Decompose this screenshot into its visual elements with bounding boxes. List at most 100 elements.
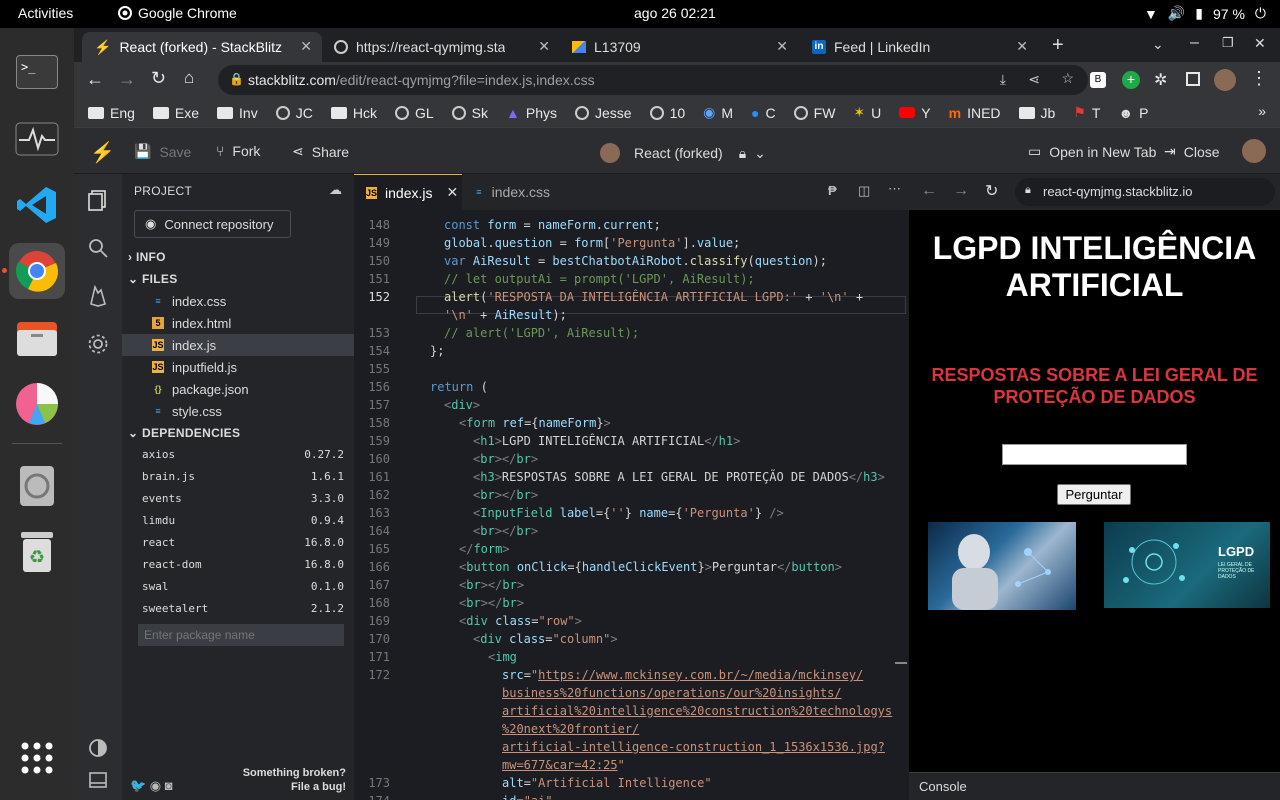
info-section-toggle[interactable]: › INFO xyxy=(128,250,166,264)
bookmark-item[interactable]: GL xyxy=(394,105,434,121)
trash-app-icon[interactable]: ♻ xyxy=(9,524,65,580)
bookmark-item[interactable]: ▲ Phys xyxy=(506,105,557,121)
more-icon[interactable]: ⋯ xyxy=(888,181,901,197)
ask-button[interactable]: Perguntar xyxy=(1057,484,1131,505)
back-icon[interactable]: ← xyxy=(921,182,937,200)
upload-cloud-icon[interactable]: ☁ xyxy=(329,182,342,198)
bookmark-item[interactable]: JC xyxy=(275,105,313,121)
new-tab-button[interactable]: + xyxy=(1052,34,1064,57)
bookmark-item[interactable]: Sk xyxy=(451,105,488,121)
extensions-puzzle-icon[interactable]: ✲ xyxy=(1154,70,1167,90)
reload-icon[interactable]: ↻ xyxy=(985,181,998,201)
files-section-toggle[interactable]: ⌄ FILES xyxy=(128,272,178,286)
report-bug-link[interactable]: Something broken? File a bug! xyxy=(243,766,346,794)
tab-search-icon[interactable]: ⌄ xyxy=(1152,36,1164,53)
address-bar[interactable]: 🔒 stackblitz.com/edit/react-qymjmg?file=… xyxy=(218,65,1088,95)
bookmark-item[interactable]: ⚑ T xyxy=(1073,104,1100,121)
close-tab-icon[interactable]: ✕ xyxy=(1016,38,1028,55)
bookmark-item[interactable]: Jesse xyxy=(575,105,632,121)
sidepanel-icon[interactable] xyxy=(1186,72,1200,86)
dependency-row[interactable]: react-dom 16.8.0 xyxy=(142,558,344,571)
split-editor-icon[interactable]: ◫ xyxy=(858,183,870,199)
close-tab-icon[interactable]: ✕ xyxy=(300,38,312,55)
dependency-row[interactable]: axios 0.27.2 xyxy=(142,448,344,461)
connect-repository-button[interactable]: ◉ Connect repository xyxy=(134,210,291,238)
extension-plus-icon[interactable]: + xyxy=(1122,71,1140,89)
bookmark-item[interactable]: Y xyxy=(899,105,931,121)
dependency-row[interactable]: react 16.8.0 xyxy=(142,536,344,549)
bookmark-item[interactable]: FW xyxy=(793,105,835,121)
chrome-app-icon[interactable] xyxy=(9,243,65,299)
firebase-icon[interactable] xyxy=(86,284,110,308)
reload-icon[interactable]: ↻ xyxy=(151,68,166,89)
bookmark-item[interactable]: Exe xyxy=(152,105,199,121)
bookmark-item[interactable]: ☻ P xyxy=(1118,105,1148,121)
close-tab-icon[interactable]: ✕ xyxy=(776,38,788,55)
menu-kebab-icon[interactable]: ⋮ xyxy=(1250,68,1268,89)
clock[interactable]: ago 26 02:21 xyxy=(634,5,716,21)
bookmark-item[interactable]: Inv xyxy=(217,105,258,121)
bookmark-item[interactable]: Eng xyxy=(88,105,135,121)
activities-button[interactable]: Activities xyxy=(18,5,73,21)
bookmark-item[interactable]: ◉ M xyxy=(703,104,733,121)
system-tray[interactable]: ▼ 🔊 ▮ 97 % ⏻ xyxy=(1144,5,1266,22)
tab-index-css[interactable]: ≡ index.css xyxy=(462,174,562,210)
bookmark-item[interactable]: 10 xyxy=(649,105,685,121)
layout-icon[interactable] xyxy=(86,768,110,792)
fork-button[interactable]: ⑂ Fork xyxy=(216,143,260,159)
dependencies-section-toggle[interactable]: ⌄ DEPENDENCIES xyxy=(128,426,240,440)
tab-linkedin[interactable]: in Feed | LinkedIn ✕ xyxy=(800,32,1038,62)
files-app-icon[interactable] xyxy=(9,310,65,366)
dependency-row[interactable]: brain.js 1.6.1 xyxy=(142,470,344,483)
forward-icon[interactable]: → xyxy=(118,69,136,90)
bookmark-item[interactable]: Hck xyxy=(330,105,377,121)
install-icon[interactable]: ⤓ xyxy=(1000,71,1006,88)
file-index-css[interactable]: ≡ index.css xyxy=(122,290,354,312)
share-icon[interactable]: ⋖ xyxy=(1028,71,1040,88)
prettier-icon[interactable]: ₱ xyxy=(828,183,837,198)
bookmark-item[interactable]: ✶ U xyxy=(853,104,881,121)
tab-preview[interactable]: https://react-qymjmg.sta ✕ xyxy=(322,32,560,62)
stackblitz-logo-icon[interactable]: ⚡ xyxy=(90,140,115,165)
dependency-row[interactable]: sweetalert 2.1.2 xyxy=(142,602,344,615)
extension-b-icon[interactable]: B xyxy=(1090,72,1106,88)
file-index-html[interactable]: 5 index.html xyxy=(122,312,354,334)
show-apps-button[interactable] xyxy=(9,730,65,786)
file-style-css[interactable]: ≡ style.css xyxy=(122,400,354,422)
more-bookmarks-icon[interactable]: » xyxy=(1258,103,1266,119)
home-icon[interactable]: ⌂ xyxy=(184,68,194,88)
social-icons[interactable]: 🐦 ◉ ◙ xyxy=(130,778,173,794)
tab-index-js[interactable]: JS index.js ✕ xyxy=(354,174,462,210)
files-explorer-icon[interactable] xyxy=(86,188,110,212)
save-button[interactable]: 💾 Save xyxy=(134,143,191,160)
dependency-row[interactable]: swal 0.1.0 xyxy=(142,580,344,593)
tab-l13709[interactable]: L13709 ✕ xyxy=(560,32,798,62)
open-new-tab-button[interactable]: ▭ Open in New Tab xyxy=(1028,143,1156,160)
forward-icon[interactable]: → xyxy=(953,182,969,200)
share-button[interactable]: ⋖ Share xyxy=(292,143,349,160)
close-tab-icon[interactable]: ✕ xyxy=(538,38,550,55)
bookmark-star-icon[interactable]: ☆ xyxy=(1061,70,1074,87)
question-input[interactable] xyxy=(1002,444,1187,465)
file-inputfield-js[interactable]: JS inputfield.js xyxy=(122,356,354,378)
theme-toggle-icon[interactable] xyxy=(86,736,110,760)
project-title-menu[interactable]: React (forked) 🔒︎ ⌄ xyxy=(600,143,766,163)
disk-app-icon[interactable] xyxy=(9,458,65,514)
profile-avatar[interactable] xyxy=(1214,69,1236,91)
bookmark-item[interactable]: ● C xyxy=(751,105,776,121)
file-package-json[interactable]: {} package.json xyxy=(122,378,354,400)
minimize-icon[interactable]: – xyxy=(1190,34,1199,52)
close-tab-icon[interactable]: ✕ xyxy=(446,184,458,201)
bookmark-item[interactable]: m INED xyxy=(949,105,1001,121)
close-preview-button[interactable]: ⇥ Close xyxy=(1164,143,1220,160)
preview-url-bar[interactable]: 🔒︎ react-qymjmg.stackblitz.io xyxy=(1015,178,1275,206)
dependency-row[interactable]: limdu 0.9.4 xyxy=(142,514,344,527)
code-area[interactable]: 148 const form = nameForm.current; 149 glo… xyxy=(354,210,909,800)
dependency-row[interactable]: events 3.3.0 xyxy=(142,492,344,505)
file-index-js[interactable]: JS index.js xyxy=(122,334,354,356)
search-icon[interactable] xyxy=(86,236,110,260)
console-panel-toggle[interactable]: Console xyxy=(909,772,1280,800)
close-window-icon[interactable]: ✕ xyxy=(1254,35,1266,52)
bookmark-item[interactable]: Jb xyxy=(1018,105,1055,121)
app-menu[interactable]: Google Chrome xyxy=(118,5,237,21)
